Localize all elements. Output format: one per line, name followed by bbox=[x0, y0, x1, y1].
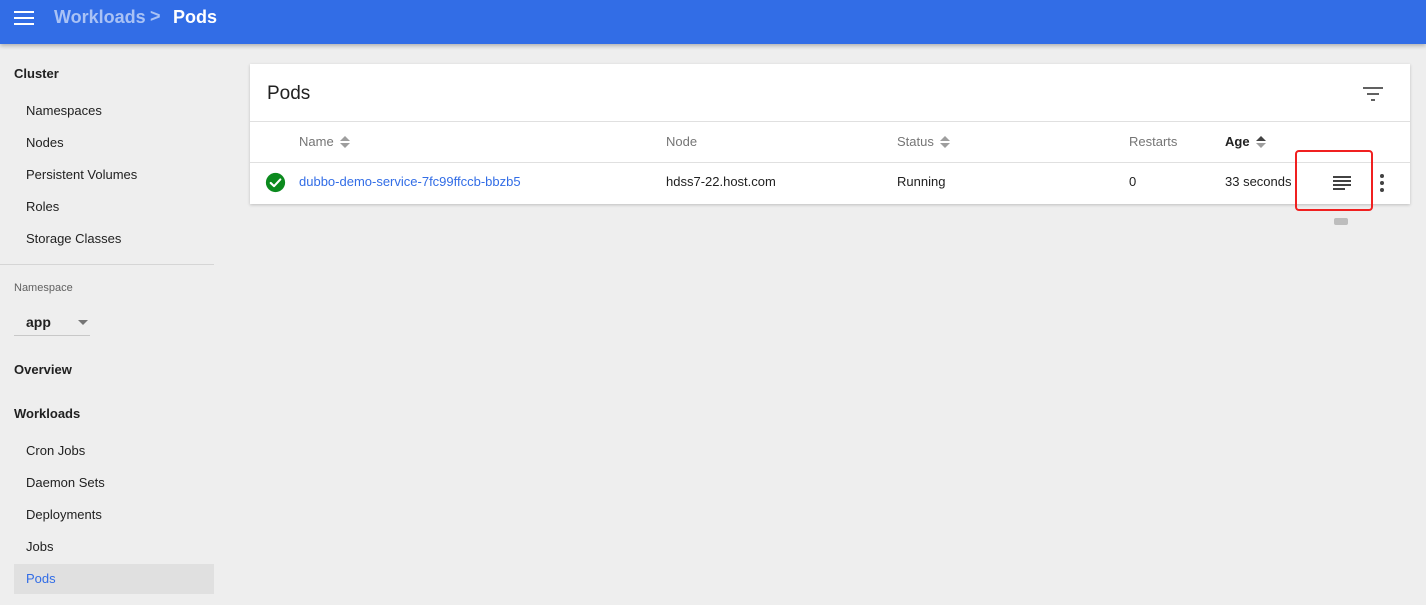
pod-restarts: 0 bbox=[1129, 174, 1137, 189]
breadcrumb-pods: Pods bbox=[173, 7, 218, 27]
sidebar-item-jobs[interactable]: Jobs bbox=[14, 532, 214, 562]
pods-card: Pods Name Node Status Restarts Age dubbo… bbox=[250, 64, 1410, 204]
sidebar-heading-workloads[interactable]: Workloads bbox=[14, 406, 80, 421]
column-header-node-label: Node bbox=[666, 134, 698, 149]
column-header-name[interactable]: Name bbox=[299, 134, 350, 149]
tooltip-stub bbox=[1334, 218, 1348, 225]
sidebar-heading-cluster[interactable]: Cluster bbox=[14, 66, 59, 81]
pod-name-link[interactable]: dubbo-demo-service-7fc99ffccb-bbzb5 bbox=[299, 174, 521, 189]
pod-node: hdss7-22.host.com bbox=[666, 174, 776, 189]
sidebar-item-pods[interactable]: Pods bbox=[14, 564, 214, 594]
namespace-label: Namespace bbox=[14, 282, 73, 294]
namespace-select[interactable]: app bbox=[14, 310, 90, 336]
more-vert-icon[interactable] bbox=[1379, 174, 1385, 192]
check-circle-icon bbox=[265, 172, 286, 193]
caret-down-icon bbox=[78, 320, 88, 325]
top-app-bar: Workloads > Pods bbox=[0, 0, 1426, 44]
column-header-restarts: Restarts bbox=[1129, 134, 1177, 149]
breadcrumb-workloads[interactable]: Workloads bbox=[54, 7, 146, 28]
sidebar-item-persistent-volumes[interactable]: Persistent Volumes bbox=[14, 160, 214, 190]
sidebar-item-storage-classes[interactable]: Storage Classes bbox=[14, 224, 214, 254]
breadcrumb-separator: > bbox=[150, 6, 161, 26]
column-header-node: Node bbox=[666, 134, 697, 149]
column-header-name-label: Name bbox=[299, 134, 334, 149]
logs-highlight-annotation bbox=[1295, 150, 1373, 211]
sort-ascending-icon bbox=[1255, 135, 1266, 149]
column-header-age[interactable]: Age bbox=[1225, 134, 1266, 149]
column-header-status-label: Status bbox=[897, 134, 934, 149]
sidebar-item-deployments[interactable]: Deployments bbox=[14, 500, 214, 530]
pod-age: 33 seconds bbox=[1225, 174, 1292, 189]
column-header-status[interactable]: Status bbox=[897, 134, 950, 149]
card-title: Pods bbox=[267, 83, 311, 104]
pod-status: Running bbox=[897, 174, 946, 189]
sidebar-item-namespaces[interactable]: Namespaces bbox=[14, 96, 214, 126]
column-header-age-label: Age bbox=[1225, 134, 1250, 149]
sidebar-divider bbox=[0, 264, 214, 265]
namespace-value: app bbox=[26, 314, 51, 330]
filter-list-icon[interactable] bbox=[1362, 84, 1384, 102]
sidebar-item-roles[interactable]: Roles bbox=[14, 192, 214, 222]
sidebar-item-cron-jobs[interactable]: Cron Jobs bbox=[14, 436, 214, 466]
card-header-divider bbox=[250, 121, 1410, 122]
sidebar: Cluster Namespaces Nodes Persistent Volu… bbox=[0, 44, 214, 605]
sidebar-item-nodes[interactable]: Nodes bbox=[14, 128, 214, 158]
sidebar-item-daemon-sets[interactable]: Daemon Sets bbox=[14, 468, 214, 498]
hamburger-menu-icon[interactable] bbox=[12, 8, 38, 28]
header-row-divider bbox=[250, 162, 1410, 163]
sidebar-item-overview[interactable]: Overview bbox=[14, 362, 72, 377]
sort-icon bbox=[339, 135, 350, 149]
column-header-restarts-label: Restarts bbox=[1129, 134, 1178, 149]
sort-icon bbox=[939, 135, 950, 149]
